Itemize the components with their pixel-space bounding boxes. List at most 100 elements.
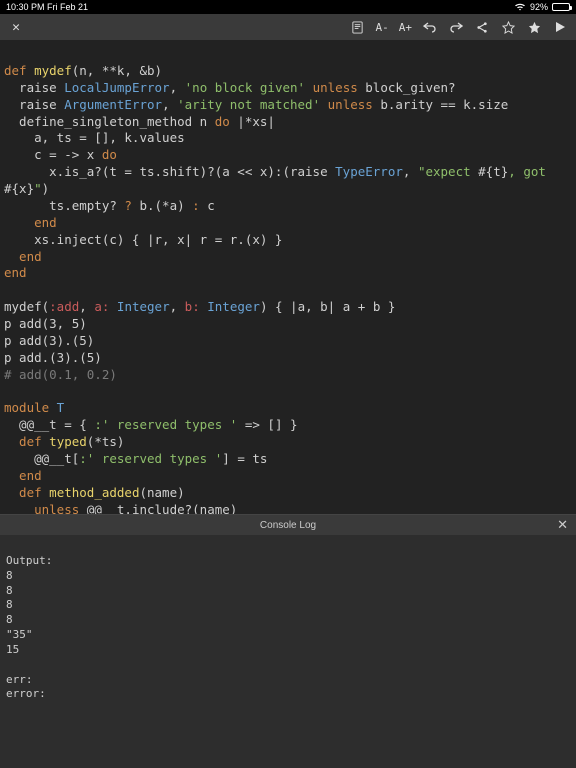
console-line: error: bbox=[6, 687, 46, 700]
code-text: "expect bbox=[418, 164, 478, 179]
code-text: : bbox=[192, 198, 200, 213]
star-filled-icon[interactable] bbox=[526, 19, 542, 35]
code-text: T bbox=[49, 400, 64, 415]
code-text: p add(3, 5) bbox=[4, 316, 87, 331]
code-text: def bbox=[4, 434, 42, 449]
code-text: do bbox=[102, 147, 117, 162]
code-text: , bbox=[79, 299, 94, 314]
status-time: 10:30 PM bbox=[6, 2, 45, 12]
code-text: unless bbox=[320, 97, 373, 112]
redo-icon[interactable] bbox=[448, 19, 464, 35]
code-text: module bbox=[4, 400, 49, 415]
code-text: :' reserved types ' bbox=[94, 417, 237, 432]
code-text: b: bbox=[185, 299, 200, 314]
code-text: ) { |a, b| a + b } bbox=[260, 299, 395, 314]
console-line: 8 bbox=[6, 569, 13, 582]
code-text: TypeError bbox=[335, 164, 403, 179]
console-close-button[interactable]: ✕ bbox=[557, 517, 568, 533]
code-text: define_singleton_method n bbox=[4, 114, 215, 129]
code-text: p add(3).(5) bbox=[4, 333, 94, 348]
console-line: 8 bbox=[6, 613, 13, 626]
code-text: #{t} bbox=[478, 164, 508, 179]
console-output[interactable]: Output: 8 8 8 8 "35" 15 err: error: bbox=[0, 535, 576, 721]
status-date: Fri Feb 21 bbox=[47, 2, 88, 12]
code-text: x.is_a?(t = ts.shift)?(a << x):(raise bbox=[4, 164, 335, 179]
console-line: "35" bbox=[6, 628, 33, 641]
console-line: 15 bbox=[6, 643, 19, 656]
kw-def: def bbox=[4, 63, 27, 78]
document-icon[interactable] bbox=[350, 19, 366, 35]
code-comment: # add(0.1, 0.2) bbox=[4, 367, 117, 382]
console-line: 8 bbox=[6, 598, 13, 611]
code-text: ) bbox=[42, 181, 50, 196]
code-text: ? bbox=[124, 198, 132, 213]
code-text: xs.inject(c) { |r, x| r = r.(x) } bbox=[4, 232, 282, 247]
code-text: end bbox=[4, 249, 42, 264]
font-decrease-button[interactable]: A- bbox=[376, 21, 389, 34]
code-text: p add.(3).(5) bbox=[4, 350, 102, 365]
code-text: , bbox=[403, 164, 418, 179]
code-text: :add bbox=[49, 299, 79, 314]
code-text: (n, **k, &b) bbox=[72, 63, 162, 78]
code-text: raise bbox=[4, 80, 64, 95]
wifi-icon bbox=[514, 2, 526, 13]
status-right: 92% bbox=[514, 2, 570, 13]
code-editor[interactable]: def mydef(n, **k, &b) raise LocalJumpErr… bbox=[0, 40, 576, 514]
code-text: :' reserved types ' bbox=[79, 451, 222, 466]
run-icon[interactable] bbox=[552, 19, 568, 35]
code-text: c bbox=[200, 198, 215, 213]
device-status-bar: 10:30 PM Fri Feb 21 92% bbox=[0, 0, 576, 14]
code-text: @@__t.include?(name) bbox=[79, 502, 237, 514]
code-text: LocalJumpError bbox=[64, 80, 169, 95]
star-outline-icon[interactable] bbox=[500, 19, 516, 35]
battery-icon bbox=[552, 3, 570, 11]
code-text: (*ts) bbox=[87, 434, 125, 449]
code-text: end bbox=[4, 468, 42, 483]
fn-name: mydef bbox=[27, 63, 72, 78]
font-increase-button[interactable]: A+ bbox=[399, 21, 412, 34]
editor-toolbar: ✕ A- A+ bbox=[0, 14, 576, 40]
console-line: err: bbox=[6, 673, 33, 686]
code-text: mydef( bbox=[4, 299, 49, 314]
code-text: unless bbox=[4, 502, 79, 514]
code-text: Integer bbox=[109, 299, 169, 314]
code-text: 'no block given' bbox=[185, 80, 305, 95]
code-text: a, ts = [], k.values bbox=[4, 130, 185, 145]
undo-icon[interactable] bbox=[422, 19, 438, 35]
status-left: 10:30 PM Fri Feb 21 bbox=[6, 2, 88, 12]
code-text: b.(*a) bbox=[132, 198, 192, 213]
battery-pct: 92% bbox=[530, 2, 548, 12]
code-text: block_given? bbox=[358, 80, 456, 95]
code-text: @@__t[ bbox=[4, 451, 79, 466]
code-text: end bbox=[4, 265, 27, 280]
code-text: do bbox=[215, 114, 230, 129]
code-text: , got bbox=[508, 164, 553, 179]
console-line: Output: bbox=[6, 554, 52, 567]
code-text: ArgumentError bbox=[64, 97, 162, 112]
close-button[interactable]: ✕ bbox=[8, 19, 24, 35]
code-text: Integer bbox=[200, 299, 260, 314]
code-text: ts.empty? bbox=[4, 198, 124, 213]
console-panel: Console Log ✕ Output: 8 8 8 8 "35" 15 er… bbox=[0, 514, 576, 768]
code-text: def bbox=[4, 485, 42, 500]
code-text: => [] } bbox=[237, 417, 297, 432]
code-text: c = -> x bbox=[4, 147, 102, 162]
code-text: , bbox=[162, 97, 177, 112]
code-text: a: bbox=[94, 299, 109, 314]
code-text: b.arity == k.size bbox=[373, 97, 508, 112]
code-text: typed bbox=[42, 434, 87, 449]
code-text: 'arity not matched' bbox=[177, 97, 320, 112]
code-text: @@__t = { bbox=[4, 417, 94, 432]
code-text: , bbox=[170, 80, 185, 95]
code-text: (name) bbox=[139, 485, 184, 500]
console-line: 8 bbox=[6, 584, 13, 597]
share-icon[interactable] bbox=[474, 19, 490, 35]
code-text: " bbox=[34, 181, 42, 196]
code-text: #{x} bbox=[4, 181, 34, 196]
code-text: method_added bbox=[42, 485, 140, 500]
code-text: unless bbox=[305, 80, 358, 95]
code-text: , bbox=[170, 299, 185, 314]
code-text: |*xs| bbox=[230, 114, 275, 129]
code-text: end bbox=[4, 215, 57, 230]
console-header: Console Log ✕ bbox=[0, 515, 576, 535]
